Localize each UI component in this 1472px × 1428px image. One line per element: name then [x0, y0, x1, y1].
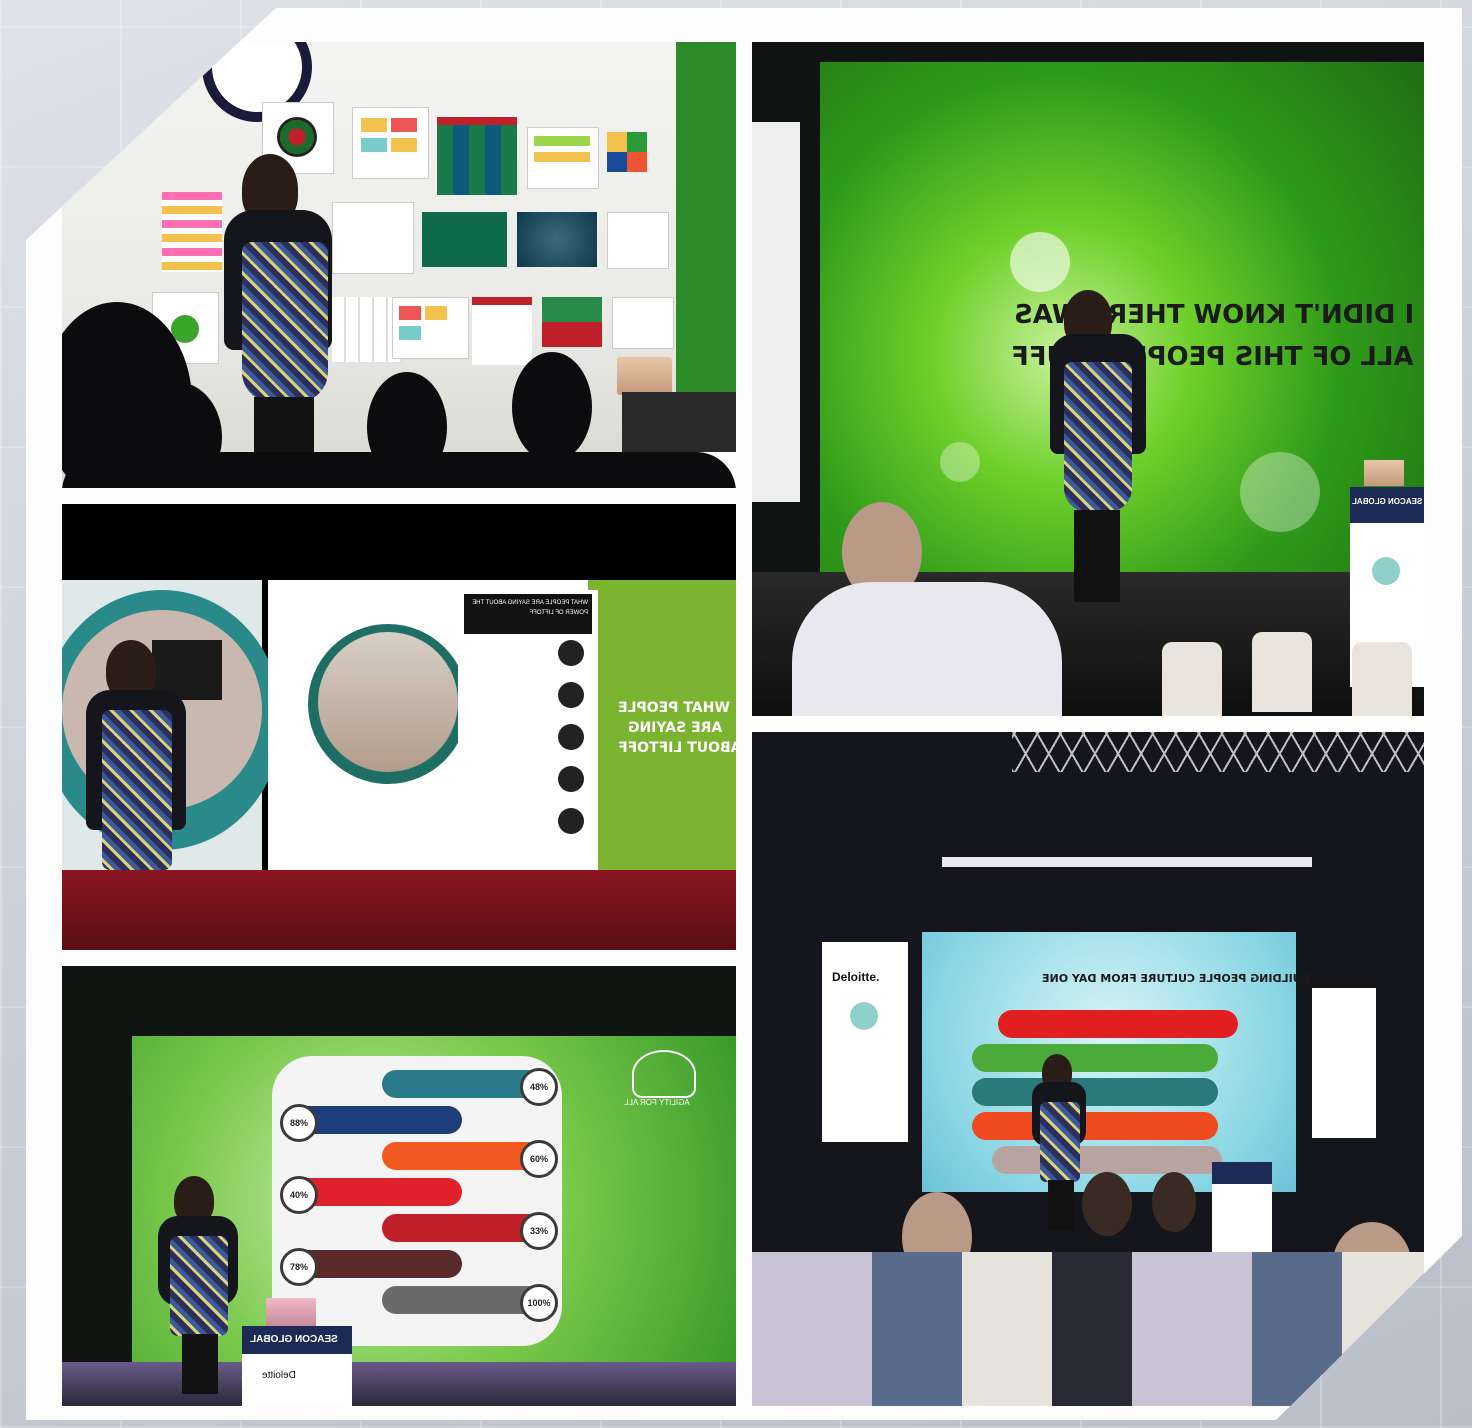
board-thumbnail: [392, 297, 469, 359]
bokeh-dot: [1240, 452, 1320, 532]
lighting-truss: [1012, 732, 1424, 772]
photo-stage-green-slide: I DIDN'T KNOW THERE WAS ALL OF THIS PEOP…: [752, 42, 1424, 716]
board-thumbnail: [352, 107, 429, 179]
podium: [1212, 1162, 1272, 1252]
photo-liftoff-slide: WHAT PEOPLE ARE SAYING ABOUT THE POWER O…: [62, 504, 736, 950]
projection-screen: I DIDN'T KNOW THERE WAS ALL OF THIS PEOP…: [820, 62, 1424, 592]
board-thumbnail: [332, 202, 414, 274]
presenter-dress: [170, 1236, 228, 1336]
stage-banner-left: [752, 122, 800, 502]
board-thumbnail: [422, 212, 507, 267]
chair: [1162, 642, 1222, 716]
stat-badge: 78%: [280, 1248, 318, 1286]
board-thumbnail: [437, 117, 517, 195]
sponsor-logo-circle: [850, 1002, 878, 1030]
panel-title: WHAT PEOPLE ARE SAYING ABOUT THE POWER O…: [464, 594, 592, 634]
slide-bar: [972, 1112, 1218, 1140]
maroon-bar: [62, 870, 736, 950]
stat-badge: 33%: [520, 1212, 558, 1250]
slide-panel: WHAT PEOPLE ARE SAYING ABOUT THE POWER O…: [268, 580, 736, 870]
board-thumbnail: [607, 212, 669, 269]
quote-icon: [558, 766, 584, 792]
presenter-legs: [1074, 510, 1120, 602]
board-thumbnail: [472, 297, 532, 365]
board-thumbnail: [162, 192, 222, 272]
podium-label: SEACON GLOBAL: [1352, 497, 1423, 506]
quote-column: WHAT PEOPLE ARE SAYING ABOUT THE POWER O…: [458, 590, 602, 870]
stat-badge: 48%: [520, 1068, 558, 1106]
slide-heading-line-3: ABOUT LIFTOFF: [618, 740, 736, 756]
slide-heading-line-1: WHAT PEOPLE: [618, 700, 730, 716]
laptop: [266, 1298, 316, 1326]
stage-floor: [62, 1362, 736, 1406]
board-thumbnail: [542, 297, 602, 347]
board-thumbnail: [527, 127, 599, 189]
stat-bar: [382, 1070, 542, 1098]
photo-stage-people-culture: Deloitte. BUILDING PEOPLE CULTURE FROM D…: [752, 732, 1424, 1406]
projection-screen: BUILDING PEOPLE CULTURE FROM DAY ONE: [922, 932, 1310, 1192]
photo-collage-card: I DIDN'T KNOW THERE WAS ALL OF THIS PEOP…: [26, 8, 1462, 1420]
audience-head: [512, 352, 592, 462]
slide-bar: [972, 1078, 1218, 1106]
stat-bar: [382, 1214, 542, 1242]
presenter-dress: [102, 710, 172, 870]
video-feed: [62, 580, 282, 870]
stat-bar: [382, 1286, 542, 1314]
side-banner: Deloitte.: [822, 942, 908, 1142]
banner-sponsor-text: Deloitte.: [832, 970, 880, 984]
slide-bar: [998, 1010, 1238, 1038]
slide-title: BUILDING PEOPLE CULTURE FROM DAY ONE: [1042, 972, 1311, 985]
slide-bar: [992, 1146, 1222, 1174]
board-thumbnail: [607, 132, 647, 172]
meeting-photo: [318, 632, 458, 772]
laptop: [1364, 460, 1404, 486]
presenter-dress: [1064, 362, 1132, 512]
stat-badge: 100%: [520, 1284, 558, 1322]
podium-label: SEACON GLOBAL: [250, 1334, 338, 1345]
audience-head: [1082, 1172, 1132, 1236]
photo-stage-stats-slide: AGILITY FOR ALL 48% 88% 60% 40% 33% 78% …: [62, 966, 736, 1406]
stage-light: [942, 857, 1312, 867]
bokeh-dot: [940, 442, 980, 482]
quote-icon: [558, 808, 584, 834]
stat-bar: [382, 1142, 542, 1170]
audience-shoulders: [62, 452, 736, 488]
chair: [1352, 642, 1412, 716]
presenter-dress: [1040, 1102, 1080, 1182]
slide-bar: [972, 1044, 1218, 1072]
presenter-dress: [242, 242, 328, 402]
chair: [1252, 632, 1312, 712]
laptop: [617, 357, 672, 395]
bokeh-dot: [1010, 232, 1070, 292]
side-banner: [1312, 988, 1376, 1138]
stat-badge: 40%: [280, 1176, 318, 1214]
slide-heading-line-2: ARE SAYING: [628, 720, 723, 736]
audience-head: [1152, 1172, 1196, 1232]
board-thumbnail: [517, 212, 597, 267]
audience-shirt: [792, 582, 1062, 716]
board-thumbnail: [612, 297, 674, 349]
podium: SEACON GLOBAL Deloitte: [242, 1326, 352, 1406]
logo-tree-icon: [632, 1050, 696, 1098]
sponsor-logo-circle: [1372, 557, 1400, 585]
quote-icon: [558, 682, 584, 708]
quote-icon: [558, 724, 584, 750]
presenter-legs: [182, 1334, 218, 1394]
stat-badge: 88%: [280, 1104, 318, 1142]
sponsor-text: Deloitte: [262, 1370, 296, 1381]
stat-badge: 60%: [520, 1140, 558, 1178]
quote-icon: [558, 640, 584, 666]
logo-text: AGILITY FOR ALL: [624, 1098, 690, 1107]
presenter-legs: [1048, 1180, 1074, 1230]
